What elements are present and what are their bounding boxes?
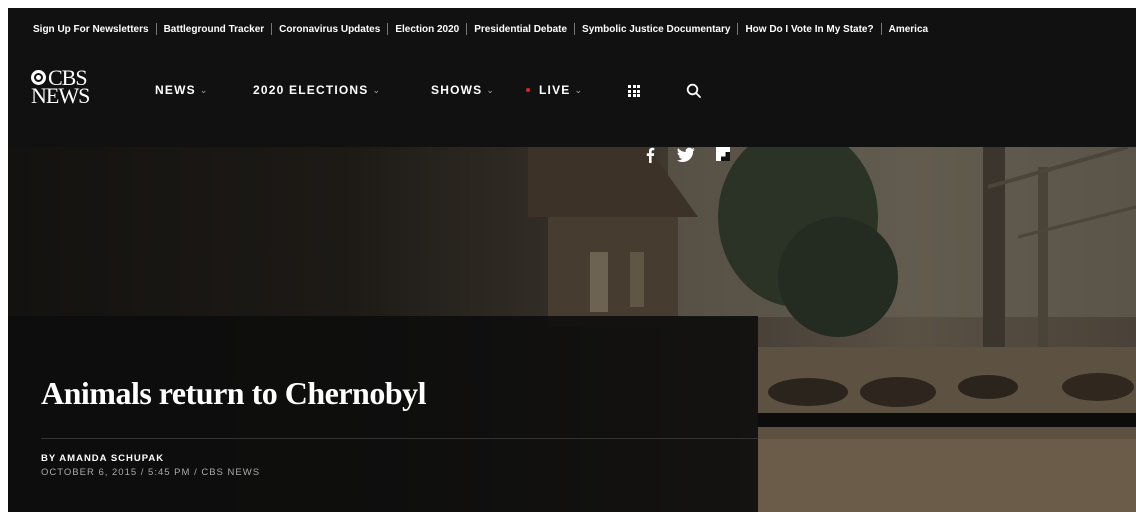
- divider: [41, 438, 758, 439]
- chevron-down-icon: ⌄: [199, 84, 208, 95]
- nav-shows[interactable]: SHOWS ⌄: [431, 83, 494, 97]
- topbar-link-coronavirus-updates[interactable]: Coronavirus Updates: [279, 24, 380, 35]
- cbs-news-logo[interactable]: CBS NEWS: [31, 67, 90, 108]
- topbar-link-newsletters[interactable]: Sign Up For Newsletters: [33, 24, 149, 35]
- chevron-down-icon: ⌄: [372, 84, 381, 95]
- hero-image: Animals return to Chernobyl BY AMANDA SC…: [8, 147, 1136, 512]
- nav-live[interactable]: LIVE ⌄: [526, 83, 582, 97]
- chevron-down-icon: ⌄: [574, 84, 583, 95]
- topbar-link-symbolic-justice[interactable]: Symbolic Justice Documentary: [582, 24, 730, 35]
- photo-overlay-band: [758, 413, 1136, 427]
- flipboard-icon[interactable]: [716, 147, 730, 161]
- cbs-eye-icon: [31, 70, 46, 85]
- article-dateline: OCTOBER 6, 2015 / 5:45 PM / CBS NEWS: [41, 467, 261, 478]
- page: Sign Up For Newsletters Battleground Tra…: [8, 8, 1136, 512]
- topbar-link-america[interactable]: America: [889, 24, 928, 35]
- twitter-icon[interactable]: [677, 147, 695, 163]
- separator: [155, 23, 157, 35]
- chevron-down-icon: ⌄: [486, 84, 494, 95]
- topbar-link-election-2020[interactable]: Election 2020: [395, 24, 459, 35]
- main-nav: CBS NEWS NEWS ⌄ 2020 ELECTIONS ⌄ SHOWS ⌄…: [8, 63, 1136, 123]
- separator: [880, 23, 882, 35]
- nav-news[interactable]: NEWS ⌄: [155, 83, 207, 97]
- grid-icon[interactable]: [628, 85, 640, 97]
- separator: [574, 23, 576, 35]
- logo-text-news: NEWS: [31, 83, 90, 108]
- topbar-link-battleground-tracker[interactable]: Battleground Tracker: [164, 24, 265, 35]
- facebook-icon[interactable]: [644, 147, 656, 163]
- topbar-link-presidential-debate[interactable]: Presidential Debate: [474, 24, 567, 35]
- headline-panel: [8, 316, 758, 512]
- topbar-link-how-do-i-vote[interactable]: How Do I Vote In My State?: [745, 24, 873, 35]
- nav-news-label: NEWS: [155, 83, 196, 97]
- separator: [737, 23, 739, 35]
- nav-shows-label: SHOWS: [431, 83, 483, 97]
- nav-elections-label: 2020 ELECTIONS: [253, 83, 369, 97]
- nav-2020-elections[interactable]: 2020 ELECTIONS ⌄: [253, 83, 380, 97]
- nav-live-label: LIVE: [539, 83, 571, 97]
- separator: [466, 23, 468, 35]
- live-dot-icon: [526, 88, 530, 92]
- search-icon[interactable]: [686, 83, 702, 99]
- article-byline: BY AMANDA SCHUPAK: [41, 453, 165, 464]
- separator: [271, 23, 273, 35]
- top-links-bar: Sign Up For Newsletters Battleground Tra…: [8, 8, 1136, 50]
- separator: [387, 23, 389, 35]
- article-headline: Animals return to Chernobyl: [41, 375, 427, 411]
